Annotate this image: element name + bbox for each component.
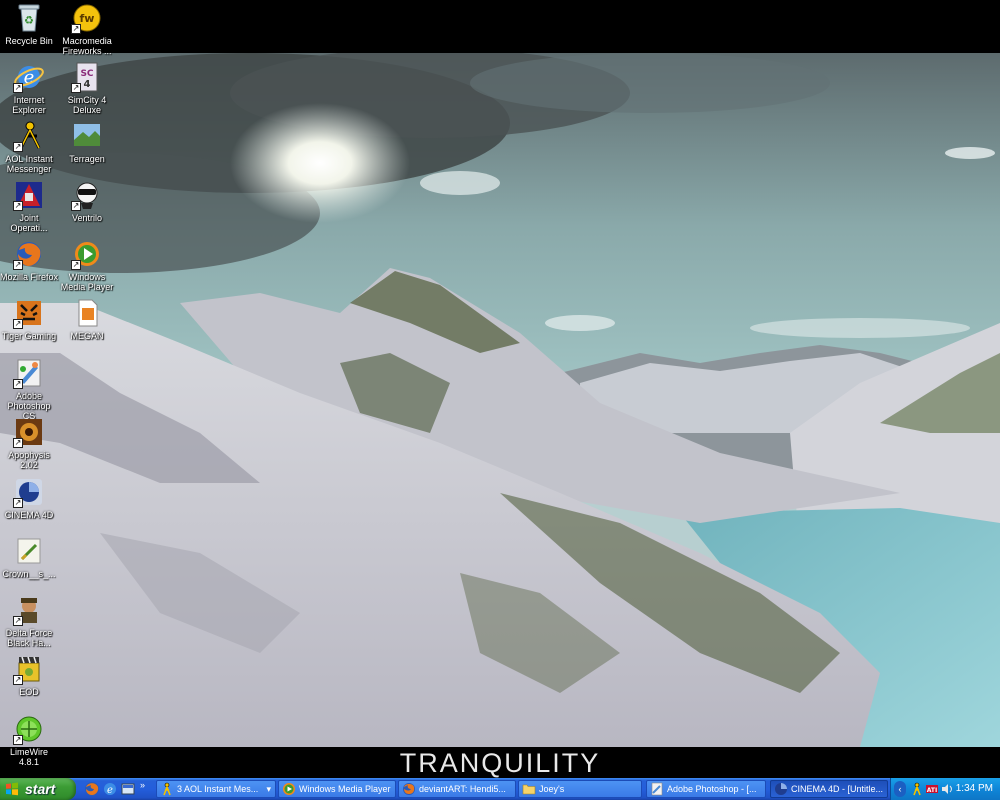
media-player-icon [283, 783, 295, 795]
desktop-icon-label: Crown__s_... [2, 569, 56, 579]
desktop-icon-label: Delta Force Black Ha... [5, 628, 53, 648]
taskbar-button-label: 3 AOL Instant Mes... [177, 784, 259, 794]
media-player-icon: ↗ [71, 238, 103, 270]
ventrilo-icon: ↗ [71, 179, 103, 211]
desktop-icon-label: LimeWire 4.8.1 [9, 747, 48, 767]
svg-text:4: 4 [84, 79, 91, 90]
desktop-icon-crown[interactable]: Crown__s_... [0, 535, 58, 579]
start-button[interactable]: start [0, 778, 76, 800]
desktop-icon-cinema4d[interactable]: ↗ CINEMA 4D [0, 476, 58, 520]
tray-expand-icon[interactable]: ‹ [894, 781, 906, 797]
tiger-gaming-icon: ↗ [13, 297, 45, 329]
desktop-icon-fireworks[interactable]: fw ↗ Macromedia Fireworks ... [58, 2, 116, 56]
desktop-icon-label: AOL Instant Messenger [5, 154, 53, 174]
taskbar-button-deviantart[interactable]: deviantART: Hendi5... [398, 780, 516, 798]
firefox-icon: ↗ [13, 238, 45, 270]
volume-icon[interactable] [940, 782, 954, 796]
start-label: start [25, 781, 56, 797]
taskbar-button-media-player[interactable]: Windows Media Player [278, 780, 396, 798]
desktop-icon-label: Windows Media Player [60, 272, 114, 292]
desktop-icon-label: Terragen [69, 154, 105, 164]
svg-text:e: e [107, 785, 113, 796]
desktop-icon-label: MEGAN [70, 331, 104, 341]
clock: 1:34 PM [955, 783, 993, 794]
desktop-icon-label: SimCity 4 Deluxe [67, 95, 107, 115]
internet-explorer-icon[interactable]: e [102, 781, 118, 797]
photoshop-icon [651, 782, 663, 796]
quick-launch: e » [82, 778, 152, 800]
taskbar-button-label: deviantART: Hendi5... [419, 784, 506, 794]
firefox-icon [403, 783, 415, 795]
photoshop-icon: ↗ [13, 357, 45, 389]
svg-text:♻: ♻ [24, 14, 34, 27]
taskbar-button-label: Joey's [539, 784, 565, 794]
taskbar-button-label: Windows Media Player [299, 784, 391, 794]
desktop-icon-aim[interactable]: ↗ AOL Instant Messenger [0, 120, 58, 174]
recycle-bin-icon: ♻ [13, 2, 45, 34]
wallpaper-landscape [0, 53, 1000, 747]
desktop-icon-joint-operations[interactable]: ↗ Joint Operati... [0, 179, 58, 233]
taskbar: start e » 3 AOL Instant Mes... ▾ Windows… [0, 778, 1000, 800]
desktop-icon-terragen[interactable]: Terragen [58, 120, 116, 164]
cinema4d-icon [775, 783, 787, 795]
desktop-icon-eod[interactable]: ↗ EOD [0, 653, 58, 697]
show-desktop-icon[interactable] [120, 781, 136, 797]
desktop-icon-label: Mozilla Firefox [0, 272, 59, 282]
delta-force-icon: ↗ [13, 594, 45, 626]
desktop-icon-photoshop[interactable]: ↗ Adobe Photoshop CS [0, 357, 58, 421]
desktop-icon-label: Tiger Gaming [1, 331, 57, 341]
apophysis-icon: ↗ [13, 416, 45, 448]
desktop-icon-delta-force[interactable]: ↗ Delta Force Black Ha... [0, 594, 58, 648]
terragen-icon [71, 120, 103, 152]
desktop-icon-label: Apophysis 2.02 [8, 450, 50, 470]
aim-icon[interactable] [910, 782, 924, 796]
desktop-icon-limewire[interactable]: ↗ LimeWire 4.8.1 [0, 713, 58, 767]
desktop-icon-label: CINEMA 4D [4, 510, 54, 520]
taskbar-button-label: Adobe Photoshop - [... [667, 784, 757, 794]
cinema4d-icon: ↗ [13, 476, 45, 508]
taskbar-button-cinema4d[interactable]: CINEMA 4D - [Untitle... [770, 780, 888, 798]
folder-icon [522, 784, 536, 795]
svg-text:fw: fw [80, 12, 95, 25]
svg-text:SC: SC [80, 69, 93, 79]
ati-icon[interactable]: ATI [925, 782, 939, 796]
desktop-icon-label: Ventrilo [71, 213, 103, 223]
fireworks-icon: fw ↗ [71, 2, 103, 34]
limewire-icon: ↗ [13, 713, 45, 745]
desktop-icon-megan[interactable]: MEGAN [58, 297, 116, 341]
desktop-icon-label: EOD [19, 687, 39, 697]
desktop-icon-label: Recycle Bin [5, 36, 53, 46]
taskbar-button-joeys[interactable]: Joey's [518, 780, 642, 798]
document-icon [71, 297, 103, 329]
joint-operations-icon: ↗ [13, 179, 45, 211]
windows-flag-icon [6, 782, 18, 796]
desktop-icon-tiger-gaming[interactable]: ↗ Tiger Gaming [0, 297, 58, 341]
desktop-icon-simcity[interactable]: SC 4 ↗ SimCity 4 Deluxe [58, 61, 116, 115]
taskbar-button-label: CINEMA 4D - [Untitle... [791, 784, 884, 794]
aim-icon [163, 782, 171, 796]
image-file-icon [13, 535, 45, 567]
desktop-icon-firefox[interactable]: ↗ Mozilla Firefox [0, 238, 58, 282]
desktop-wallpaper: TRANQUILITY [0, 0, 1000, 778]
desktop-icon-media-player[interactable]: ↗ Windows Media Player [58, 238, 116, 292]
taskbar-button-aim[interactable]: 3 AOL Instant Mes... ▾ [156, 780, 276, 798]
wallpaper-caption: TRANQUILITY [399, 748, 601, 778]
svg-text:ATI: ATI [927, 787, 938, 794]
dropdown-arrow-icon: ▾ [266, 784, 271, 794]
desktop-icon-apophysis[interactable]: ↗ Apophysis 2.02 [0, 416, 58, 470]
firefox-icon[interactable] [84, 781, 100, 797]
system-tray: ‹ ATI 1:34 PM [890, 778, 1000, 800]
chevron-more-icon[interactable]: » [140, 780, 145, 790]
desktop-icon-label: Joint Operati... [10, 213, 48, 233]
internet-explorer-icon: e ↗ [13, 61, 45, 93]
desktop-icon-label: Macromedia Fireworks ... [62, 36, 112, 56]
desktop-icon-internet-explorer[interactable]: e ↗ Internet Explorer [0, 61, 58, 115]
desktop-icon-recycle-bin[interactable]: ♻ Recycle Bin [0, 2, 58, 46]
taskbar-button-photoshop[interactable]: Adobe Photoshop - [... [646, 780, 766, 798]
aim-icon: ↗ [13, 120, 45, 152]
eod-icon: ↗ [13, 653, 45, 685]
desktop-icon-ventrilo[interactable]: ↗ Ventrilo [58, 179, 116, 223]
desktop-icon-label: Internet Explorer [12, 95, 46, 115]
simcity-icon: SC 4 ↗ [71, 61, 103, 93]
